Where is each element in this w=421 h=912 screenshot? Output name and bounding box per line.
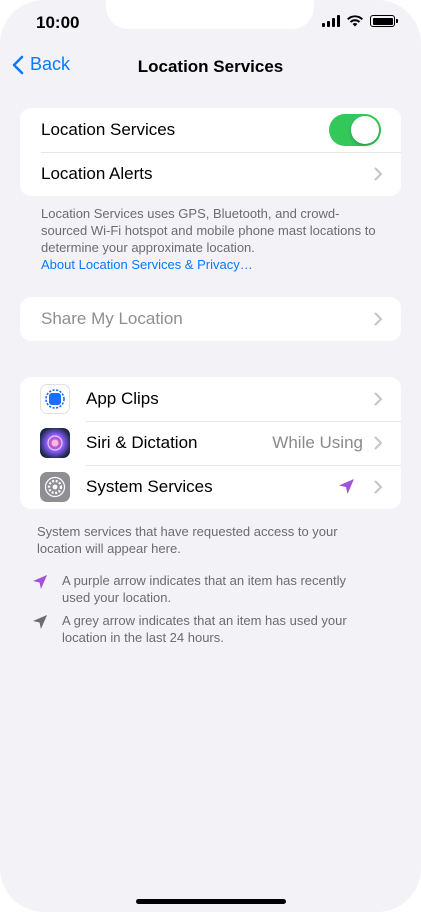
navigation-bar: Back Location Services: [0, 50, 421, 84]
app-clips-icon: [40, 384, 70, 414]
about-privacy-link[interactable]: About Location Services & Privacy…: [41, 257, 253, 272]
grey-arrow-note: A grey arrow indicates that an item has …: [62, 613, 347, 645]
app-clips-row[interactable]: App Clips: [20, 377, 401, 421]
siri-dictation-label: Siri & Dictation: [86, 433, 198, 452]
notch: [106, 0, 314, 29]
location-settings-group: Location Services Location Alerts: [20, 108, 401, 196]
status-icons: [322, 15, 398, 27]
location-services-row: Location Services: [20, 108, 401, 152]
location-alerts-label: Location Alerts: [41, 164, 153, 183]
share-my-location-label: Share My Location: [41, 309, 183, 328]
siri-icon: [40, 428, 70, 458]
home-indicator[interactable]: [136, 899, 286, 904]
location-services-toggle[interactable]: [329, 114, 381, 146]
footnote-text: Location Services uses GPS, Bluetooth, a…: [41, 206, 376, 255]
apps-group: App Clips Siri & Dictation While Using S…: [20, 377, 401, 509]
chevron-right-icon: [374, 312, 382, 326]
location-services-footnote: Location Services uses GPS, Bluetooth, a…: [41, 205, 381, 273]
location-alerts-row[interactable]: Location Alerts: [20, 152, 401, 196]
app-clips-label: App Clips: [86, 389, 159, 408]
location-services-label: Location Services: [41, 120, 176, 139]
toggle-knob: [351, 116, 379, 144]
chevron-right-icon: [374, 167, 382, 181]
location-arrow-grey-icon: [32, 614, 48, 630]
grey-arrow-legend: A grey arrow indicates that an item has …: [32, 612, 372, 646]
siri-dictation-value: While Using: [272, 433, 363, 452]
chevron-right-icon: [374, 436, 382, 450]
battery-icon: [370, 15, 398, 27]
page-title: Location Services: [137, 57, 284, 76]
purple-arrow-note: A purple arrow indicates that an item ha…: [62, 573, 346, 605]
system-services-label: System Services: [86, 477, 213, 496]
system-services-row[interactable]: System Services: [20, 465, 401, 509]
phone-screen: 10:00 Back Location Services Location Se…: [0, 0, 421, 912]
system-services-footnote: System services that have requested acce…: [37, 524, 338, 556]
wifi-icon: [347, 15, 363, 27]
location-arrow-purple-icon: [339, 479, 354, 494]
chevron-right-icon: [374, 480, 382, 494]
purple-arrow-legend: A purple arrow indicates that an item ha…: [32, 572, 372, 606]
status-time: 10:00: [36, 13, 80, 32]
siri-dictation-row[interactable]: Siri & Dictation While Using: [20, 421, 401, 465]
chevron-right-icon: [374, 392, 382, 406]
location-arrow-purple-icon: [32, 574, 48, 590]
gear-icon: [40, 472, 70, 502]
share-location-group: Share My Location: [20, 297, 401, 341]
share-my-location-row[interactable]: Share My Location: [20, 297, 401, 341]
signal-icon: [322, 15, 340, 27]
